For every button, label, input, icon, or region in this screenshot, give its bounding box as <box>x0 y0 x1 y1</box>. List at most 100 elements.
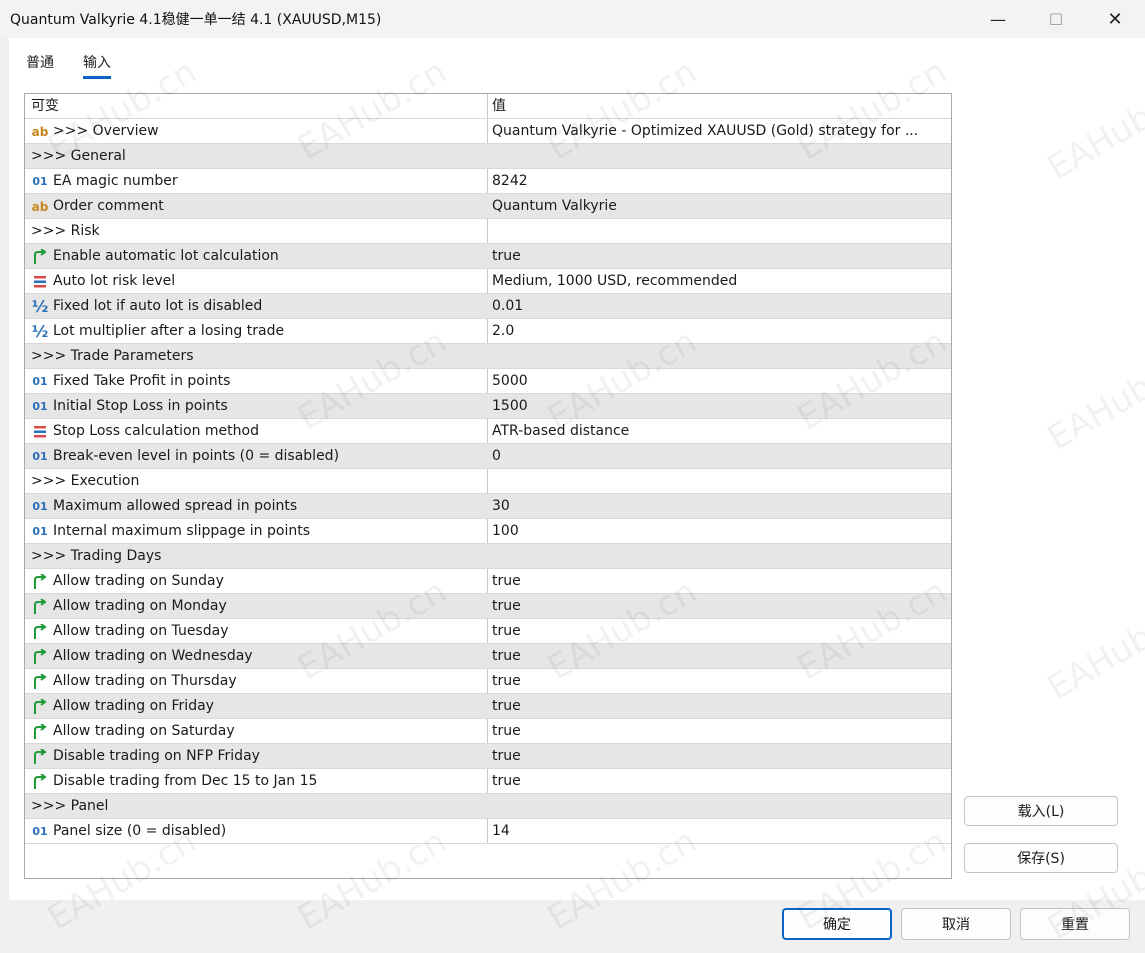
parameter-row[interactable]: Auto lot risk level Medium, 1000 USD, rec… <box>25 269 951 294</box>
parameter-name[interactable]: Auto lot risk level <box>53 269 483 294</box>
tab-inputs[interactable]: 输入 <box>83 52 111 79</box>
parameter-name[interactable]: Lot multiplier after a losing trade <box>53 319 483 344</box>
parameter-row[interactable]: >>> Risk <box>25 219 951 244</box>
parameter-row[interactable]: >>> Trade Parameters <box>25 344 951 369</box>
parameter-value[interactable]: true <box>492 619 942 644</box>
parameter-row[interactable]: ½ Lot multiplier after a losing trade 2.0 <box>25 319 951 344</box>
ok-button[interactable]: 确定 <box>782 908 892 940</box>
parameter-value[interactable]: true <box>492 644 942 669</box>
parameter-name[interactable]: >>> Execution <box>31 469 461 494</box>
parameter-row[interactable]: Allow trading on Wednesday true <box>25 644 951 669</box>
parameter-value[interactable] <box>492 794 942 819</box>
parameter-name[interactable]: EA magic number <box>53 169 483 194</box>
parameter-value[interactable]: ATR-based distance <box>492 419 942 444</box>
parameter-value[interactable]: true <box>492 769 942 794</box>
parameter-value[interactable]: 1500 <box>492 394 942 419</box>
parameter-name[interactable]: Disable trading from Dec 15 to Jan 15 <box>53 769 483 794</box>
parameter-row[interactable]: Disable trading on NFP Friday true <box>25 744 951 769</box>
parameter-row[interactable]: Allow trading on Monday true <box>25 594 951 619</box>
parameter-value[interactable]: true <box>492 719 942 744</box>
parameter-value[interactable]: true <box>492 744 942 769</box>
parameter-name[interactable]: Order comment <box>53 194 483 219</box>
parameter-name[interactable]: Allow trading on Saturday <box>53 719 483 744</box>
parameter-value[interactable]: true <box>492 569 942 594</box>
parameter-row[interactable]: >>> General <box>25 144 951 169</box>
parameter-value[interactable]: 14 <box>492 819 942 844</box>
parameter-value[interactable] <box>492 469 942 494</box>
parameter-row[interactable]: Disable trading from Dec 15 to Jan 15 tru… <box>25 769 951 794</box>
parameter-name[interactable]: Initial Stop Loss in points <box>53 394 483 419</box>
cancel-button[interactable]: 取消 <box>901 908 1011 940</box>
parameter-row[interactable]: >>> Execution <box>25 469 951 494</box>
parameter-row[interactable]: 01 Panel size (0 = disabled) 14 <box>25 819 951 844</box>
parameter-name[interactable]: Allow trading on Thursday <box>53 669 483 694</box>
parameter-name[interactable]: >>> General <box>31 144 461 169</box>
parameter-value[interactable]: 30 <box>492 494 942 519</box>
parameter-value[interactable]: true <box>492 669 942 694</box>
parameter-name[interactable]: >>> Trade Parameters <box>31 344 461 369</box>
parameter-row[interactable]: Allow trading on Friday true <box>25 694 951 719</box>
parameter-row[interactable]: Allow trading on Tuesday true <box>25 619 951 644</box>
parameter-name[interactable]: Allow trading on Monday <box>53 594 483 619</box>
parameter-value[interactable]: 0.01 <box>492 294 942 319</box>
parameter-name[interactable]: Stop Loss calculation method <box>53 419 483 444</box>
parameter-name[interactable]: Allow trading on Tuesday <box>53 619 483 644</box>
parameter-value[interactable] <box>492 219 942 244</box>
parameter-name[interactable]: >>> Panel <box>31 794 461 819</box>
parameter-value[interactable]: Quantum Valkyrie - Optimized XAUUSD (Gol… <box>492 119 942 144</box>
parameter-value[interactable]: 0 <box>492 444 942 469</box>
close-button[interactable]: ✕ <box>1086 0 1144 38</box>
parameter-name[interactable]: >>> Risk <box>31 219 461 244</box>
parameter-value[interactable]: 2.0 <box>492 319 942 344</box>
parameter-name[interactable]: >>> Trading Days <box>31 544 461 569</box>
parameter-name[interactable]: Enable automatic lot calculation <box>53 244 483 269</box>
reset-button[interactable]: 重置 <box>1020 908 1130 940</box>
parameter-name[interactable]: Allow trading on Sunday <box>53 569 483 594</box>
header-variable[interactable]: 可变 <box>31 94 461 119</box>
parameter-value[interactable]: 100 <box>492 519 942 544</box>
parameter-value[interactable]: 8242 <box>492 169 942 194</box>
parameter-row[interactable]: 01 Fixed Take Profit in points 5000 <box>25 369 951 394</box>
parameter-row[interactable]: 01 Initial Stop Loss in points 1500 <box>25 394 951 419</box>
parameter-name[interactable]: Maximum allowed spread in points <box>53 494 483 519</box>
minimize-button[interactable]: — <box>969 0 1027 38</box>
maximize-button[interactable]: ☐ <box>1027 0 1085 38</box>
parameter-value[interactable]: Medium, 1000 USD, recommended <box>492 269 942 294</box>
parameter-row[interactable]: Enable automatic lot calculation true <box>25 244 951 269</box>
parameter-name[interactable]: Panel size (0 = disabled) <box>53 819 483 844</box>
parameter-value[interactable] <box>492 144 942 169</box>
parameter-row[interactable]: ab >>> Overview Quantum Valkyrie - Optimiz… <box>25 119 951 144</box>
parameter-row[interactable]: >>> Panel <box>25 794 951 819</box>
parameter-row[interactable]: 01 Internal maximum slippage in points 100 <box>25 519 951 544</box>
parameter-row[interactable]: Allow trading on Sunday true <box>25 569 951 594</box>
parameter-row[interactable]: >>> Trading Days <box>25 544 951 569</box>
tab-general[interactable]: 普通 <box>26 52 54 76</box>
parameter-name[interactable]: Internal maximum slippage in points <box>53 519 483 544</box>
parameter-row[interactable]: 01 Break-even level in points (0 = disabl… <box>25 444 951 469</box>
parameter-name[interactable]: >>> Overview <box>53 119 483 144</box>
load-button[interactable]: 载入(L) <box>964 796 1118 826</box>
parameter-row[interactable]: ½ Fixed lot if auto lot is disabled 0.01 <box>25 294 951 319</box>
parameter-row[interactable]: 01 EA magic number 8242 <box>25 169 951 194</box>
save-button[interactable]: 保存(S) <box>964 843 1118 873</box>
parameter-name[interactable]: Disable trading on NFP Friday <box>53 744 483 769</box>
parameter-value[interactable] <box>492 544 942 569</box>
parameter-value[interactable]: true <box>492 694 942 719</box>
parameter-row[interactable]: Stop Loss calculation method ATR-based di… <box>25 419 951 444</box>
parameter-value[interactable]: 5000 <box>492 369 942 394</box>
parameter-value[interactable]: Quantum Valkyrie <box>492 194 942 219</box>
parameter-row[interactable]: Allow trading on Thursday true <box>25 669 951 694</box>
integer-type-icon: 01 <box>32 525 48 538</box>
parameter-row[interactable]: ab Order comment Quantum Valkyrie <box>25 194 951 219</box>
parameter-name[interactable]: Allow trading on Friday <box>53 694 483 719</box>
parameter-name[interactable]: Allow trading on Wednesday <box>53 644 483 669</box>
parameter-row[interactable]: Allow trading on Saturday true <box>25 719 951 744</box>
parameter-name[interactable]: Fixed Take Profit in points <box>53 369 483 394</box>
parameter-value[interactable]: true <box>492 594 942 619</box>
parameter-row[interactable]: 01 Maximum allowed spread in points 30 <box>25 494 951 519</box>
header-value[interactable]: 值 <box>492 94 942 119</box>
parameter-name[interactable]: Break-even level in points (0 = disabled… <box>53 444 483 469</box>
parameter-value[interactable] <box>492 344 942 369</box>
parameter-value[interactable]: true <box>492 244 942 269</box>
parameter-name[interactable]: Fixed lot if auto lot is disabled <box>53 294 483 319</box>
